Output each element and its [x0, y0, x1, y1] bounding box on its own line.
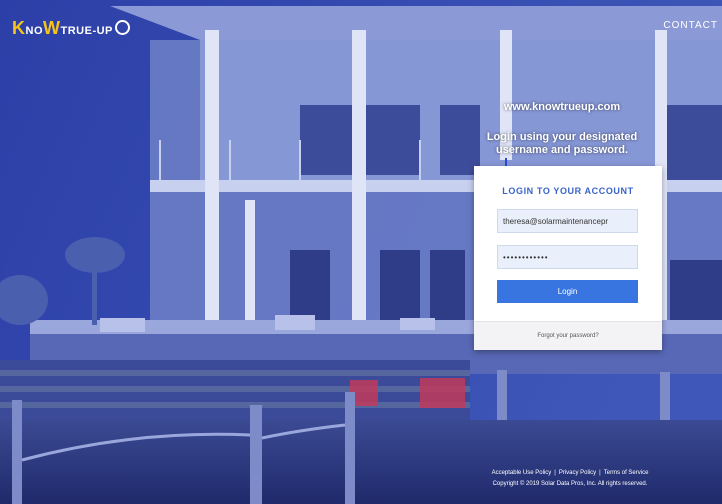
logo-letter-w: W — [43, 18, 61, 38]
annotation-url: www.knowtrueup.com — [503, 101, 621, 113]
email-field[interactable] — [497, 209, 638, 233]
login-button[interactable]: Login — [497, 280, 638, 303]
terms-of-service-link[interactable]: Terms of Service — [604, 470, 649, 476]
annotation-instruction: Login using your designated username and… — [462, 131, 662, 157]
forgot-password-link[interactable]: Forgot your password? — [537, 333, 598, 339]
sun-icon — [114, 20, 130, 35]
login-card: LOGIN TO YOUR ACCOUNT Login Forgot your … — [474, 166, 662, 350]
logo-letter-k: K — [12, 18, 26, 38]
annotation-line-2: username and password. — [495, 144, 629, 156]
copyright-text: Copyright © 2019 Solar Data Pros, Inc. A… — [492, 481, 648, 487]
password-field[interactable] — [497, 245, 638, 269]
annotation-line-1: Login using your designated — [486, 131, 638, 143]
brand-logo[interactable]: K NO W TRUE-UP — [12, 18, 130, 39]
login-page: K NO W TRUE-UP CONTACT www.knowtrueup.co… — [0, 0, 722, 504]
contact-link[interactable]: CONTACT — [663, 20, 718, 31]
logo-text-no: NO — [25, 25, 43, 37]
logo-text-trueup: TRUE-UP — [60, 25, 113, 37]
footer-links: Acceptable Use Policy | Privacy Policy | Ter… — [491, 470, 649, 476]
privacy-policy-link[interactable]: Privacy Policy — [559, 470, 596, 476]
login-title: LOGIN TO YOUR ACCOUNT — [502, 186, 634, 196]
acceptable-use-policy-link[interactable]: Acceptable Use Policy — [492, 470, 552, 476]
login-card-footer: Forgot your password? — [474, 321, 662, 350]
